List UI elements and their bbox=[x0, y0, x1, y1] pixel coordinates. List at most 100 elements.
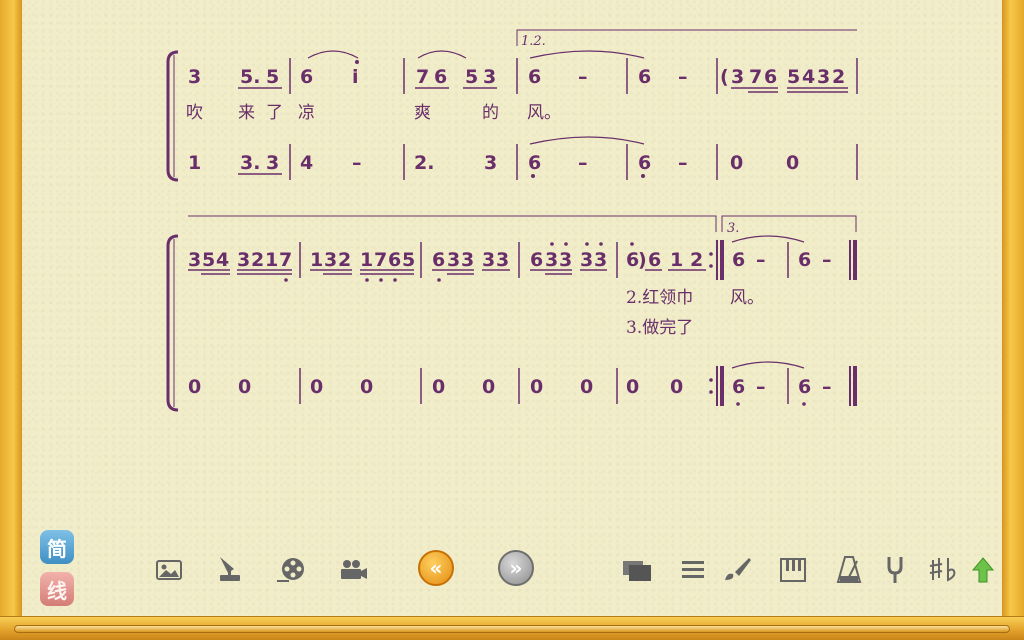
jianpu-mode-button[interactable]: 简 bbox=[40, 530, 74, 564]
note: 6 bbox=[528, 66, 541, 88]
note: 3 bbox=[237, 249, 250, 271]
tuning-fork-icon[interactable] bbox=[878, 553, 912, 587]
note: 6 bbox=[798, 376, 811, 398]
note: 6 bbox=[764, 66, 777, 88]
note: 6 bbox=[300, 66, 313, 88]
film-reel-icon[interactable] bbox=[274, 553, 308, 587]
note: 3 bbox=[496, 249, 509, 271]
note: 6 bbox=[798, 249, 811, 271]
note: 7 bbox=[374, 249, 387, 271]
lyric: 2.红领巾 bbox=[626, 288, 693, 308]
note: 0 bbox=[730, 152, 743, 174]
note: 6 bbox=[530, 249, 543, 271]
previous-page-button[interactable]: « bbox=[418, 550, 454, 586]
note: 2 bbox=[338, 249, 351, 271]
note: 2 bbox=[690, 249, 703, 271]
brush-icon[interactable] bbox=[720, 553, 754, 587]
note: 3 bbox=[559, 249, 572, 271]
note: – bbox=[822, 249, 832, 271]
note: 3. bbox=[240, 152, 260, 174]
lyric: 了 bbox=[266, 103, 283, 123]
note: 6 bbox=[432, 249, 445, 271]
note: 6 bbox=[434, 66, 447, 88]
note: 6 bbox=[388, 249, 401, 271]
note: 3 bbox=[594, 249, 607, 271]
note: 1 bbox=[360, 249, 373, 271]
note: 7 bbox=[416, 66, 429, 88]
system-2-notes: 3 5 4 3 2 1 7 1 3 2 1 7 6 5 6 3 3 3 3 6 … bbox=[188, 221, 832, 406]
image-icon[interactable] bbox=[152, 553, 186, 587]
note: 7 bbox=[749, 66, 762, 88]
note: 6 bbox=[648, 249, 661, 271]
scroll-frame-bottom bbox=[0, 616, 1024, 640]
camera-icon[interactable] bbox=[336, 553, 370, 587]
note: – bbox=[578, 66, 588, 88]
note: – bbox=[822, 376, 832, 398]
note: 2 bbox=[832, 66, 845, 88]
note: 5 bbox=[787, 66, 800, 88]
note: 3 bbox=[817, 66, 830, 88]
volta-label: 1.2. bbox=[521, 34, 546, 49]
note: – bbox=[678, 66, 688, 88]
note: 4 bbox=[216, 249, 229, 271]
note: 6 bbox=[528, 152, 541, 174]
note: 3 bbox=[545, 249, 558, 271]
note: 7 bbox=[279, 249, 292, 271]
note: 6 bbox=[638, 66, 651, 88]
score-area: 3 5. 5 6 i 7 6 5 3 6 – 6 – ( 3 7 6 5 4 3… bbox=[166, 29, 858, 412]
list-icon[interactable] bbox=[676, 553, 710, 587]
note: 0 bbox=[786, 152, 799, 174]
note: – bbox=[352, 152, 362, 174]
note: 3 bbox=[188, 66, 201, 88]
lyric: 凉 bbox=[298, 103, 315, 123]
lyric: 风。 bbox=[730, 288, 764, 308]
note: 4 bbox=[802, 66, 815, 88]
lyric: 的 bbox=[482, 103, 499, 123]
note: 5 bbox=[465, 66, 478, 88]
note: 0 bbox=[188, 376, 201, 398]
gramophone-icon[interactable] bbox=[212, 553, 246, 587]
lyric: 风。 bbox=[527, 103, 561, 123]
note: 1 bbox=[670, 249, 683, 271]
note: 1 bbox=[310, 249, 323, 271]
note: 5. bbox=[240, 66, 260, 88]
up-arrow-icon[interactable] bbox=[966, 553, 1000, 587]
sharp-flat-icon[interactable] bbox=[926, 553, 960, 587]
note: 3 bbox=[580, 249, 593, 271]
next-page-button[interactable]: » bbox=[498, 550, 534, 586]
note: 3 bbox=[188, 249, 201, 271]
note: 0 bbox=[670, 376, 683, 398]
scroll-rod bbox=[14, 625, 1010, 633]
note: 0 bbox=[482, 376, 495, 398]
note: ) bbox=[638, 249, 647, 271]
note: ( bbox=[720, 66, 729, 88]
note: 1 bbox=[188, 152, 201, 174]
metronome-icon[interactable] bbox=[832, 553, 866, 587]
note: 0 bbox=[432, 376, 445, 398]
lyric: 爽 bbox=[414, 103, 431, 123]
note: 3 bbox=[266, 152, 279, 174]
lyric: 3.做完了 bbox=[626, 318, 693, 338]
piano-icon[interactable] bbox=[776, 553, 810, 587]
system-2 bbox=[166, 215, 857, 412]
lyric: 吹 bbox=[186, 103, 203, 123]
note: 6 bbox=[732, 249, 745, 271]
note: 5 bbox=[402, 249, 415, 271]
note: 0 bbox=[310, 376, 323, 398]
note: 2 bbox=[251, 249, 264, 271]
note: 6 bbox=[732, 376, 745, 398]
volta-label: 3. bbox=[727, 221, 739, 236]
note: 3 bbox=[483, 66, 496, 88]
note: 4 bbox=[300, 152, 313, 174]
note: 0 bbox=[360, 376, 373, 398]
note: 1 bbox=[265, 249, 278, 271]
note: – bbox=[578, 152, 588, 174]
staff-mode-button[interactable]: 线 bbox=[40, 572, 74, 606]
note: – bbox=[756, 376, 766, 398]
note: 0 bbox=[626, 376, 639, 398]
windows-icon[interactable] bbox=[620, 553, 654, 587]
note: i bbox=[352, 66, 359, 88]
note: 3 bbox=[484, 152, 497, 174]
note: 6 bbox=[638, 152, 651, 174]
note: 3 bbox=[447, 249, 460, 271]
